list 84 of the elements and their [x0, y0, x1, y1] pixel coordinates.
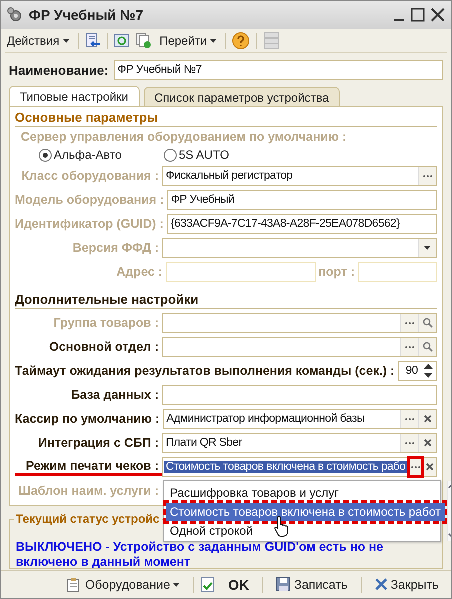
gear-icon	[7, 7, 23, 23]
server-label: Сервер управления оборудованием по умолчанию :	[21, 130, 348, 144]
text-field[interactable]	[162, 385, 437, 405]
port-field[interactable]	[358, 262, 437, 282]
search-button[interactable]	[418, 338, 436, 356]
maximize-icon[interactable]	[411, 8, 425, 22]
field-value: Стоимость товаров включена в стоимость рабо	[164, 461, 408, 473]
group-title: Текущий статус устройс	[15, 512, 161, 526]
field-value: Администратор информационной базы	[166, 413, 366, 425]
save-button[interactable]: Записать	[270, 577, 354, 592]
dropdown-field[interactable]	[162, 238, 437, 258]
select-button[interactable]	[400, 410, 418, 428]
field-label: База данных :	[70, 388, 160, 402]
field-label: Кассир по умолчанию :	[15, 412, 161, 426]
address-field[interactable]	[166, 262, 316, 282]
text-field[interactable]	[162, 337, 437, 357]
dropdown-option[interactable]: Одной строкой	[166, 522, 446, 540]
field-label: Версия ФФД :	[72, 241, 160, 255]
close-button[interactable]: Закрыть	[368, 578, 445, 592]
tab[interactable]: Список параметров устройства	[144, 87, 340, 106]
field-label: Модель оборудования :	[15, 193, 166, 207]
go-to-menu[interactable]: Перейти	[158, 34, 220, 48]
field-value: ФР Учебный №7	[116, 64, 203, 76]
field-label: Шаблон наим. услуги :	[17, 484, 160, 498]
clear-button[interactable]	[418, 434, 436, 452]
clipboard-icon	[66, 576, 82, 592]
caret-icon	[173, 582, 180, 586]
ok-button[interactable]: OK	[222, 576, 256, 592]
ellipsis-icon	[404, 346, 414, 348]
field-value: Плати QR Sber	[165, 437, 244, 449]
ellipsis-icon	[404, 322, 414, 324]
window-title: ФР Учебный №7	[29, 7, 145, 23]
field-label: Класс оборудования :	[20, 169, 160, 183]
field-label: Идентификатор (GUID) :	[15, 217, 165, 231]
clear-button[interactable]	[418, 410, 436, 428]
status-message: ВЫКЛЮЧЕНО - Устройство с заданным GUID'ом есть но не включено в данный момент	[16, 540, 384, 570]
radio-label: 5S AUTO	[178, 148, 230, 162]
refresh-icon[interactable]	[114, 32, 130, 48]
caret-icon	[62, 38, 70, 42]
dropdown-option[interactable]: Расшифровка товаров и услуг	[166, 484, 446, 502]
close-icon	[424, 439, 432, 447]
field-label: Интеграция с СБП :	[37, 436, 160, 450]
ellipsis-icon	[422, 174, 432, 178]
help-icon[interactable]	[232, 32, 250, 50]
ellipsis-icon	[411, 466, 422, 468]
port-label: порт :	[318, 265, 356, 279]
search-icon	[422, 342, 432, 352]
caret-icon	[424, 246, 431, 250]
select-button[interactable]	[400, 434, 418, 452]
name-label: Наименование:	[9, 62, 109, 78]
text-field[interactable]: Администратор информационной базы	[162, 409, 437, 429]
field-label: Адрес :	[116, 265, 164, 279]
field-label: Основной отдел :	[48, 340, 160, 354]
field-value: Фискальный регистратор	[165, 170, 294, 182]
dropdown-option[interactable]: Стоимость товаров включена в стоимость работ	[166, 503, 446, 521]
equipment-menu[interactable]: Оборудование	[60, 576, 186, 592]
text-field[interactable]: Плати QR Sber	[162, 433, 437, 453]
select-button[interactable]	[400, 338, 418, 356]
ellipsis-icon	[404, 418, 414, 420]
copy-document-icon[interactable]	[136, 32, 152, 48]
caret-icon	[210, 38, 218, 42]
field-value: {633ACF9A-7C17-43A8-A28F-25EA078D6562}	[170, 218, 402, 230]
select-button[interactable]	[408, 458, 422, 476]
search-icon	[422, 318, 432, 328]
close-icon	[426, 463, 434, 471]
actions-menu[interactable]: Действия	[5, 34, 72, 48]
document-arrow-icon[interactable]	[84, 32, 101, 48]
check-document-icon[interactable]	[201, 576, 216, 592]
name-field[interactable]: ФР Учебный №7	[114, 60, 443, 80]
close-icon	[374, 578, 388, 591]
field-label: Таймаут ожидания результатов выполнения команды (сек.) :	[15, 364, 396, 378]
close-icon[interactable]	[431, 8, 445, 22]
field-value: 90	[404, 365, 419, 377]
spin-arrows-icon	[424, 364, 433, 378]
section-title: Дополнительные настройки	[15, 292, 437, 309]
dropdown-button[interactable]	[418, 239, 436, 257]
number-field[interactable]: 90	[398, 361, 437, 381]
close-icon	[424, 415, 432, 423]
tab[interactable]: Типовые настройки	[9, 86, 140, 106]
section-title: Основные параметры	[15, 110, 437, 127]
field-value: ФР Учебный	[170, 194, 236, 206]
radio-label: Альфа-Авто	[54, 148, 122, 162]
ellipsis-icon	[404, 442, 414, 444]
field-label: Группа товаров :	[52, 316, 160, 330]
